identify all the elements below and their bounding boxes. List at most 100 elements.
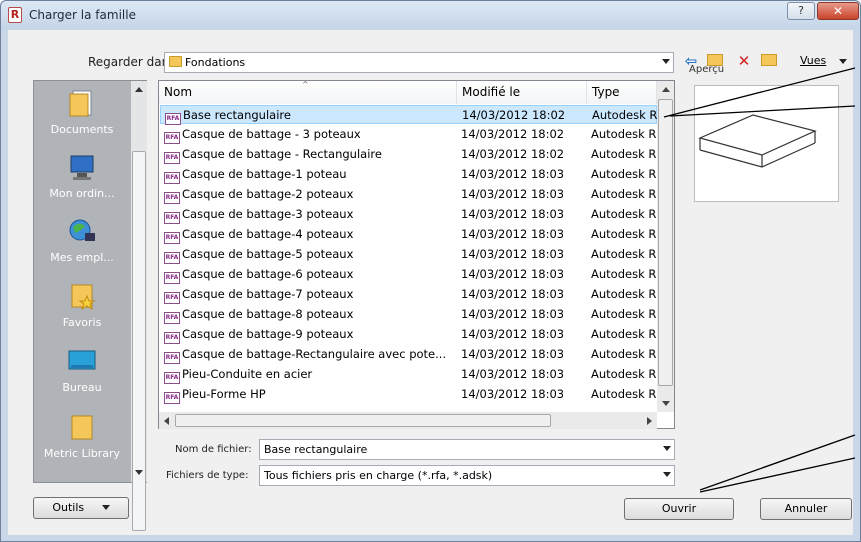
file-row[interactable]: RFA Pieu-Conduite en acier 14/03/2012 18:0… [160,365,657,384]
rectangular-base-preview [698,114,817,168]
rfa-file-icon: RFA [164,172,180,184]
scroll-down-icon[interactable] [662,401,670,406]
type-cell: Autodesk R [591,187,657,201]
modified-cell: 14/03/2012 18:03 [461,267,565,281]
file-row[interactable]: RFA Casque de battage-4 poteaux 14/03/2012… [160,225,657,244]
file-row[interactable]: RFA Casque de battage-9 poteaux 14/03/2012… [160,325,657,344]
rfa-file-icon: RFA [164,132,180,144]
file-name-cell: Pieu-Conduite en acier [182,367,313,381]
computer-icon [70,155,94,180]
delete-icon[interactable]: ✕ [735,52,753,70]
chevron-down-icon[interactable] [839,59,847,64]
place-desktop[interactable]: Bureau [34,347,130,394]
file-name-cell: Casque de battage-4 poteaux [182,227,354,241]
file-row[interactable]: RFA Casque de battage-1 poteau 14/03/2012 … [160,165,657,184]
modified-cell: 14/03/2012 18:03 [461,327,565,341]
scroll-down-icon[interactable] [135,470,143,475]
file-name-cell: Casque de battage - 3 poteaux [182,127,361,141]
scroll-up-icon[interactable] [135,87,143,92]
type-cell: Autodesk R [592,108,658,122]
file-row[interactable]: RFA Base rectangulaire 14/03/2012 18:02 Aut… [160,105,658,125]
column-header-type[interactable]: Type [587,81,657,104]
file-name-cell: Casque de battage-5 poteaux [182,247,354,261]
close-button[interactable]: ✕ [817,2,859,20]
file-name-combobox[interactable]: Base rectangulaire [259,439,675,460]
desktop-icon [68,350,96,370]
horizontal-scroll-thumb[interactable] [175,414,551,427]
views-menu[interactable]: Vues [800,54,826,67]
column-header-modified[interactable]: Modifié le [457,81,587,104]
documents-icon [69,90,92,117]
rfa-file-icon: RFA [164,192,180,204]
file-type-combobox[interactable]: Tous fichiers pris en charge (*.rfa, *.a… [259,465,675,486]
rfa-file-icon: RFA [164,152,180,164]
rfa-file-icon: RFA [164,252,180,264]
favorites-icon [71,284,96,310]
place-label: Bureau [62,381,102,394]
chevron-down-icon [101,505,110,510]
modified-cell: 14/03/2012 18:02 [462,108,566,122]
revit-app-icon: R [8,7,22,23]
place-label: Documents [50,123,114,136]
rfa-file-icon: RFA [164,272,180,284]
rfa-file-icon: RFA [164,232,180,244]
place-computer[interactable]: Mon ordin... [34,153,130,200]
file-name-cell: Base rectangulaire [183,108,291,122]
network-places-icon [69,219,95,241]
chevron-down-icon [663,472,671,477]
place-favorites[interactable]: Favoris [34,282,130,329]
scroll-right-icon[interactable] [647,417,652,425]
scroll-left-icon[interactable] [164,417,169,425]
open-button[interactable]: Ouvrir [624,498,734,520]
file-name-cell: Casque de battage-7 poteaux [182,287,354,301]
tools-button[interactable]: Outils [33,497,129,519]
type-cell: Autodesk R [591,387,657,401]
file-name-cell: Pieu-Forme HP [182,387,266,401]
rfa-file-icon: RFA [164,352,180,364]
title-bar[interactable]: R Charger la famille ? ✕ [1,1,860,29]
sort-ascending-icon: ^ [302,80,309,89]
modified-cell: 14/03/2012 18:02 [461,147,565,161]
file-list[interactable]: Nom ^ Modifié le Type RFA Base rectangula… [158,80,675,429]
file-row[interactable]: RFA Casque de battage - 3 poteaux 14/03/20… [160,125,657,144]
file-row[interactable]: RFA Casque de battage-8 poteaux 14/03/2012… [160,305,657,324]
file-row[interactable]: RFA Casque de battage - Rectangulaire 14/0… [160,145,657,164]
place-label: Favoris [62,316,102,329]
file-row[interactable]: RFA Casque de battage-5 poteaux 14/03/2012… [160,245,657,264]
type-cell: Autodesk R [591,127,657,141]
modified-cell: 14/03/2012 18:03 [461,387,565,401]
help-button[interactable]: ? [787,2,815,20]
type-cell: Autodesk R [591,327,657,341]
modified-cell: 14/03/2012 18:03 [461,207,565,221]
file-type-label: Fichiers de type: [166,470,249,481]
column-header-name[interactable]: Nom ^ [159,80,457,104]
file-row[interactable]: RFA Casque de battage-2 poteaux 14/03/2012… [160,185,657,204]
file-row[interactable]: RFA Pieu-Forme HP 14/03/2012 18:03 Autodesk… [160,385,657,404]
type-cell: Autodesk R [591,367,657,381]
rfa-file-icon: RFA [164,292,180,304]
rfa-file-icon: RFA [164,212,180,224]
file-row[interactable]: RFA Casque de battage-6 poteaux 14/03/2012… [160,265,657,284]
file-row[interactable]: RFA Casque de battage-3 poteaux 14/03/2012… [160,205,657,224]
rfa-file-icon: RFA [164,312,180,324]
file-row[interactable]: RFA Casque de battage-7 poteaux 14/03/2012… [160,285,657,304]
type-cell: Autodesk R [591,267,657,281]
place-documents[interactable]: Documents [34,89,130,136]
new-folder-icon[interactable] [760,52,778,70]
scroll-up-icon[interactable] [662,87,670,92]
type-cell: Autodesk R [591,307,657,321]
window-title: Charger la famille [29,8,136,22]
place-network[interactable]: Mes empl... [34,217,130,264]
file-row[interactable]: RFA Casque de battage-Rectangulaire avec … [160,345,657,364]
look-in-combobox[interactable]: Fondations [164,52,674,73]
cancel-button[interactable]: Annuler [760,498,852,520]
modified-cell: 14/03/2012 18:02 [461,127,565,141]
vertical-scroll-thumb[interactable] [658,99,673,386]
type-cell: Autodesk R [591,247,657,261]
modified-cell: 14/03/2012 18:03 [461,167,565,181]
file-name-cell: Casque de battage-6 poteaux [182,267,354,281]
modified-cell: 14/03/2012 18:03 [461,347,565,361]
file-name-cell: Casque de battage-1 poteau [182,167,347,181]
modified-cell: 14/03/2012 18:03 [461,227,565,241]
place-metric-library[interactable]: Metric Library [34,413,130,460]
